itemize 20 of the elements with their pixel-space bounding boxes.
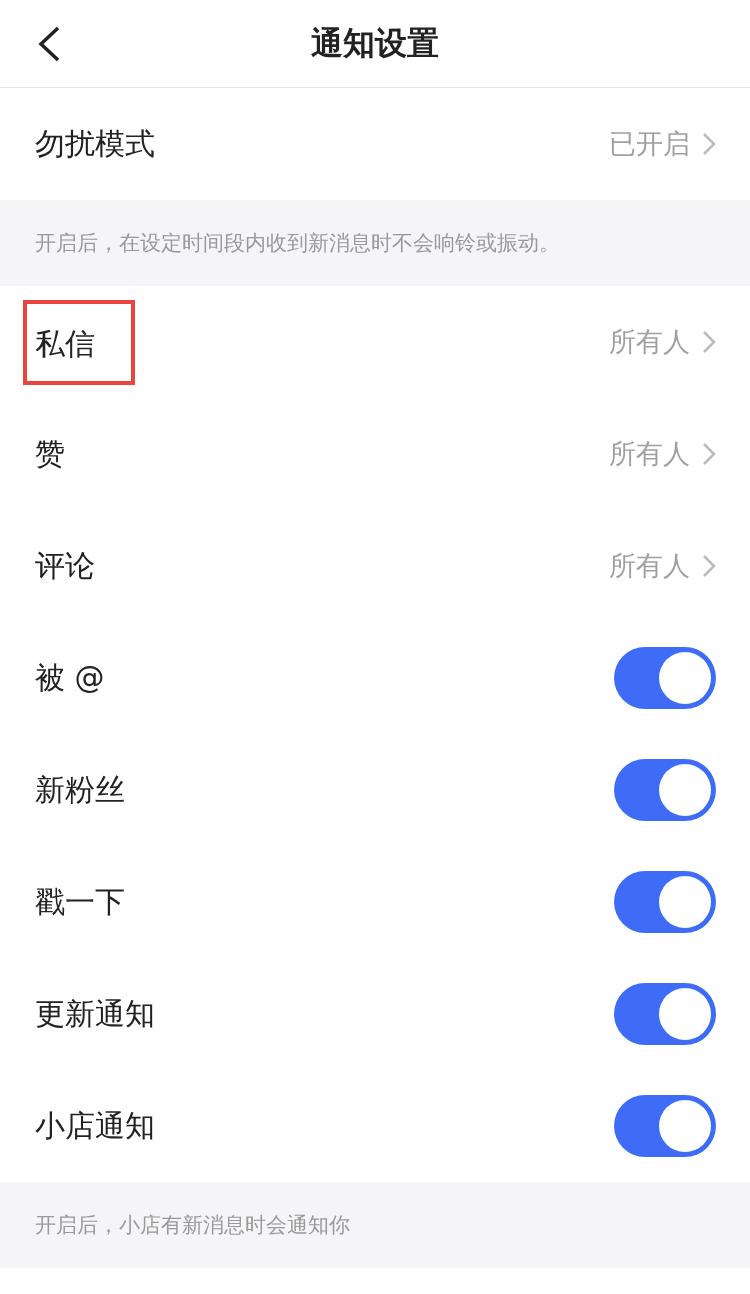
note-text: 开启后，在设定时间段内收到新消息时不会响铃或振动。	[35, 230, 560, 257]
setting-value: 所有人	[609, 437, 690, 471]
setting-label: 被 @	[35, 658, 105, 697]
back-icon[interactable]	[36, 26, 62, 62]
page-title: 通知设置	[311, 22, 439, 64]
setting-label: 戳一下	[35, 882, 125, 921]
setting-label[interactable]: 赞	[35, 433, 65, 475]
chevron-icon	[702, 554, 716, 578]
setting-value: 已开启	[609, 127, 690, 161]
setting-label: 小店通知	[35, 1106, 155, 1145]
chevron-icon	[702, 132, 716, 156]
note-text: 开启后，小店有新消息时会通知你	[35, 1212, 350, 1239]
setting-label[interactable]: 勿扰模式	[35, 123, 155, 165]
setting-value: 所有人	[609, 325, 690, 359]
setting-label: 新粉丝	[35, 770, 125, 809]
setting-label[interactable]: 评论	[35, 545, 95, 587]
chevron-icon	[702, 442, 716, 466]
chevron-icon	[702, 330, 716, 354]
setting-value: 所有人	[609, 549, 690, 583]
setting-label: 更新通知	[35, 994, 155, 1033]
